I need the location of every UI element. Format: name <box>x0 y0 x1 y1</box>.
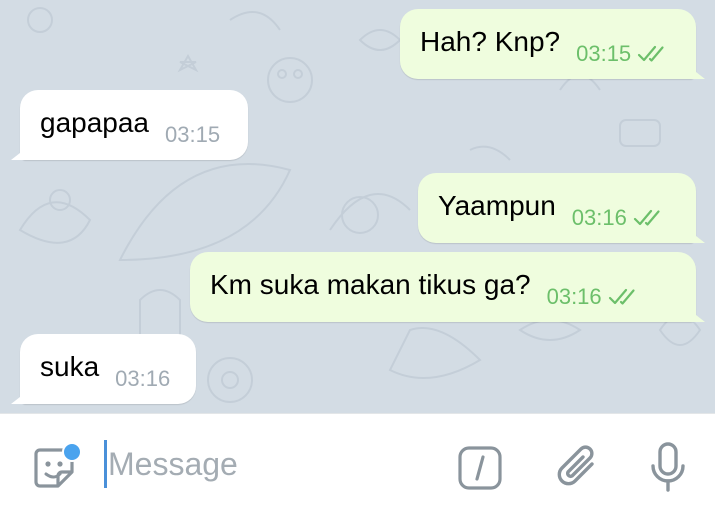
message-bubble-outgoing[interactable]: Hah? Knp? 03:15 <box>400 9 696 79</box>
message-text: suka <box>40 351 100 382</box>
voice-message-button[interactable] <box>644 438 692 498</box>
double-check-icon <box>638 45 664 62</box>
message-text: Km suka makan tikus ga? <box>210 269 531 300</box>
message-bubble-incoming[interactable]: gapapaa 03:15 <box>20 90 248 160</box>
message-text: Yaampun <box>438 190 556 221</box>
message-meta: 03:15 <box>576 43 671 65</box>
message-meta: 03:16 <box>572 207 667 229</box>
message-bubble-incoming[interactable]: suka 03:16 <box>20 334 196 404</box>
paperclip-icon <box>557 445 594 486</box>
message-text: Hah? Knp? <box>420 26 561 57</box>
double-check-icon <box>608 288 635 305</box>
message-time: 03:16 <box>546 284 602 309</box>
chat-history[interactable]: Hah? Knp? 03:15 gapapaa 03:15 Yaampun 03… <box>0 0 715 413</box>
message-meta: 03:16 <box>547 286 642 308</box>
message-time: 03:15 <box>165 122 221 147</box>
message-time: 03:16 <box>571 205 627 230</box>
slash-command-icon <box>458 446 502 490</box>
message-time: 03:16 <box>115 366 171 391</box>
double-check-icon <box>633 209 660 226</box>
message-input[interactable] <box>108 436 438 492</box>
message-meta: 03:15 <box>165 124 220 146</box>
microphone-icon <box>651 442 685 492</box>
message-meta: 03:16 <box>115 368 170 390</box>
text-cursor <box>104 440 107 488</box>
message-text: gapapaa <box>40 107 150 138</box>
notification-dot <box>62 442 82 462</box>
message-time: 03:15 <box>576 41 632 66</box>
message-bubble-outgoing[interactable]: Yaampun 03:16 <box>418 173 696 243</box>
message-bubble-outgoing[interactable]: Km suka makan tikus ga? 03:16 <box>190 252 696 322</box>
bot-commands-button[interactable] <box>456 444 504 492</box>
attach-button[interactable] <box>552 440 604 496</box>
